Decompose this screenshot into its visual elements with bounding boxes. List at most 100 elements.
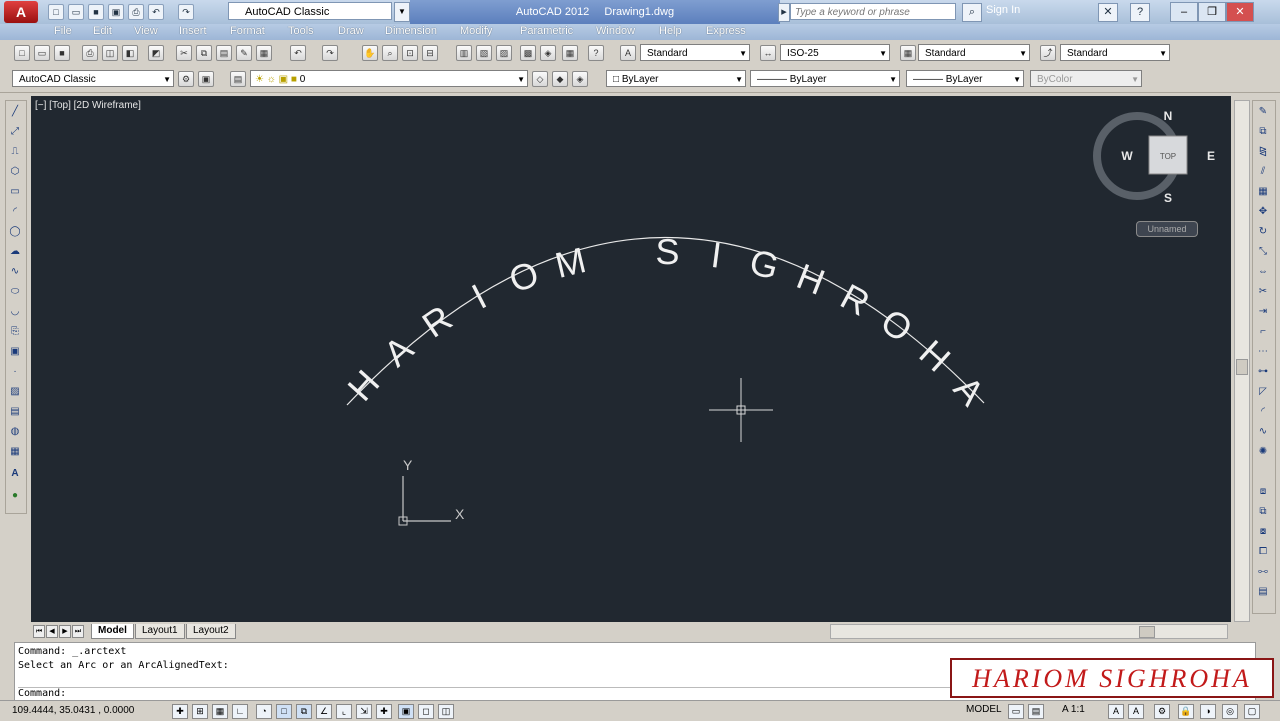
circle-icon[interactable]: ◯ (8, 225, 22, 239)
color-select[interactable]: □ ByLayer ▼ (606, 70, 746, 87)
object-snap-tracking-icon[interactable]: ∠ (316, 704, 332, 719)
isolate-objects-icon[interactable]: ◎ (1222, 704, 1238, 719)
close-button[interactable]: ✕ (1226, 2, 1254, 22)
explode-icon[interactable]: ✺ (1256, 445, 1270, 459)
lineweight-select[interactable]: ——— ByLayer ▼ (906, 70, 1024, 87)
draworder-icon[interactable]: ⧈ (1256, 485, 1270, 499)
transparency-icon[interactable]: ▣ (398, 704, 414, 719)
plot-icon[interactable]: ⎙ (82, 45, 98, 61)
plot-preview-icon[interactable]: ◫ (102, 45, 118, 61)
save-as-icon[interactable]: ▣ (108, 4, 124, 20)
table-style-icon[interactable]: ▦ (900, 45, 916, 61)
pan-icon[interactable]: ✋ (362, 45, 378, 61)
line-icon[interactable]: ╱ (8, 105, 22, 119)
layer-properties-icon[interactable]: ▤ (230, 71, 246, 87)
trim-icon[interactable]: ✂ (1256, 285, 1270, 299)
plot-icon[interactable]: ⎙ (128, 4, 144, 20)
horizontal-scrollbar[interactable] (830, 624, 1228, 639)
lineweight-icon[interactable]: ✚ (376, 704, 392, 719)
dim-style-select[interactable]: ISO-25 ▼ (780, 44, 890, 61)
mirror-icon[interactable]: ⧎ (1256, 145, 1270, 159)
first-tab-icon[interactable]: ⏮ (33, 625, 45, 638)
sheet-set-icon[interactable]: ▩ (520, 45, 536, 61)
tab-layout1[interactable]: Layout1 (135, 624, 185, 639)
undo-icon[interactable]: ↶ (290, 45, 306, 61)
menu-window[interactable]: Window (596, 25, 635, 37)
new-file-icon[interactable]: □ (48, 4, 64, 20)
hatch-icon[interactable]: ▨ (8, 385, 22, 399)
join-icon[interactable]: ⊶ (1256, 365, 1270, 379)
insert-block-icon[interactable]: ⎘ (8, 325, 22, 339)
construction-line-icon[interactable]: ⤢ (8, 125, 22, 139)
help-icon[interactable]: ? (588, 45, 604, 61)
menu-view[interactable]: View (134, 25, 158, 37)
scale-icon[interactable]: ⤡ (1256, 245, 1270, 259)
menu-file[interactable]: File (54, 25, 72, 37)
menu-tools[interactable]: Tools (288, 25, 314, 37)
text-front-icon[interactable]: ▤ (1256, 585, 1270, 599)
redo-icon[interactable]: ↷ (178, 4, 194, 20)
send-back-icon[interactable]: ⧇ (1256, 525, 1270, 539)
table-style-select[interactable]: Standard ▼ (918, 44, 1030, 61)
rotate-icon[interactable]: ↻ (1256, 225, 1270, 239)
my-workspace-icon[interactable]: ▣ (198, 71, 214, 87)
dynamic-ucs-icon[interactable]: ⌞ (336, 704, 352, 719)
quick-view-layouts-icon[interactable]: ▭ (1008, 704, 1024, 719)
zoom-previous-icon[interactable]: ⊟ (422, 45, 438, 61)
polygon-icon[interactable]: ⬡ (8, 165, 22, 179)
workspace-settings-icon[interactable]: ⚙ (178, 71, 194, 87)
text-style-icon[interactable]: A (620, 45, 636, 61)
ellipse-arc-icon[interactable]: ◡ (8, 305, 22, 319)
viewcube[interactable]: TOP N S W E (1093, 109, 1215, 205)
vertical-scrollbar[interactable] (1234, 100, 1250, 622)
ucs-menu-button[interactable]: Unnamed (1136, 221, 1198, 237)
next-tab-icon[interactable]: ▶ (59, 625, 71, 638)
stretch-icon[interactable]: ⇔ (1256, 265, 1270, 279)
selection-cycling-icon[interactable]: ◫ (438, 704, 454, 719)
grid-display-icon[interactable]: ▦ (212, 704, 228, 719)
rectangle-icon[interactable]: ▭ (8, 185, 22, 199)
tool-palettes-icon[interactable]: ▨ (496, 45, 512, 61)
quick-properties-icon[interactable]: ◻ (418, 704, 434, 719)
application-menu-button[interactable]: A (4, 1, 38, 23)
object-snap-icon[interactable]: □ (276, 704, 292, 719)
menu-format[interactable]: Format (230, 25, 265, 37)
coordinates-readout[interactable]: 109.4444, 35.0431 , 0.0000 (12, 705, 134, 716)
region-icon[interactable]: ◍ (8, 425, 22, 439)
send-under-icon[interactable]: ⧟ (1256, 565, 1270, 579)
redo-icon[interactable]: ↷ (322, 45, 338, 61)
bring-front-icon[interactable]: ⧉ (1256, 505, 1270, 519)
lock-ui-icon[interactable]: 🔒 (1178, 704, 1194, 719)
quickcalc-icon[interactable]: ▦ (562, 45, 578, 61)
extend-icon[interactable]: ⇥ (1256, 305, 1270, 319)
fillet-icon[interactable]: ◜ (1256, 405, 1270, 419)
dynamic-input-icon[interactable]: ⇲ (356, 704, 372, 719)
minimize-button[interactable]: – (1170, 2, 1198, 22)
ortho-mode-icon[interactable]: ∟ (232, 704, 248, 719)
array-icon[interactable]: ▦ (1256, 185, 1270, 199)
make-current-icon[interactable]: ◇ (532, 71, 548, 87)
table-icon[interactable]: ▦ (8, 445, 22, 459)
workspace-select[interactable]: AutoCAD Classic ▼ (12, 70, 174, 87)
point-icon[interactable]: · (8, 365, 22, 379)
layer-previous-icon[interactable]: ◆ (552, 71, 568, 87)
3d-dwf-icon[interactable]: ◩ (148, 45, 164, 61)
chamfer-icon[interactable]: ◸ (1256, 385, 1270, 399)
offset-icon[interactable]: ⫽ (1256, 165, 1270, 179)
quick-view-drawings-icon[interactable]: ▤ (1028, 704, 1044, 719)
zoom-window-icon[interactable]: ⊡ (402, 45, 418, 61)
annotation-visibility-icon[interactable]: A (1108, 704, 1124, 719)
erase-icon[interactable]: ✎ (1256, 105, 1270, 119)
workspace-switching-icon[interactable]: ⚙ (1154, 704, 1170, 719)
clean-screen-icon[interactable]: ▢ (1244, 704, 1260, 719)
polar-tracking-icon[interactable]: ◔ (256, 704, 272, 719)
ellipse-icon[interactable]: ⬭ (8, 285, 22, 299)
break-at-point-icon[interactable]: ⌐ (1256, 325, 1270, 339)
polyline-icon[interactable]: ⎍ (8, 145, 22, 159)
copy-object-icon[interactable]: ⧉ (1256, 125, 1270, 139)
drawing-canvas[interactable]: [−] [Top] [2D Wireframe] HARIOM SIGHROHA… (31, 96, 1231, 622)
qnew-icon[interactable]: □ (14, 45, 30, 61)
menu-modify[interactable]: Modify (460, 25, 492, 37)
open-icon[interactable]: ▭ (34, 45, 50, 61)
menu-parametric[interactable]: Parametric (520, 25, 573, 37)
